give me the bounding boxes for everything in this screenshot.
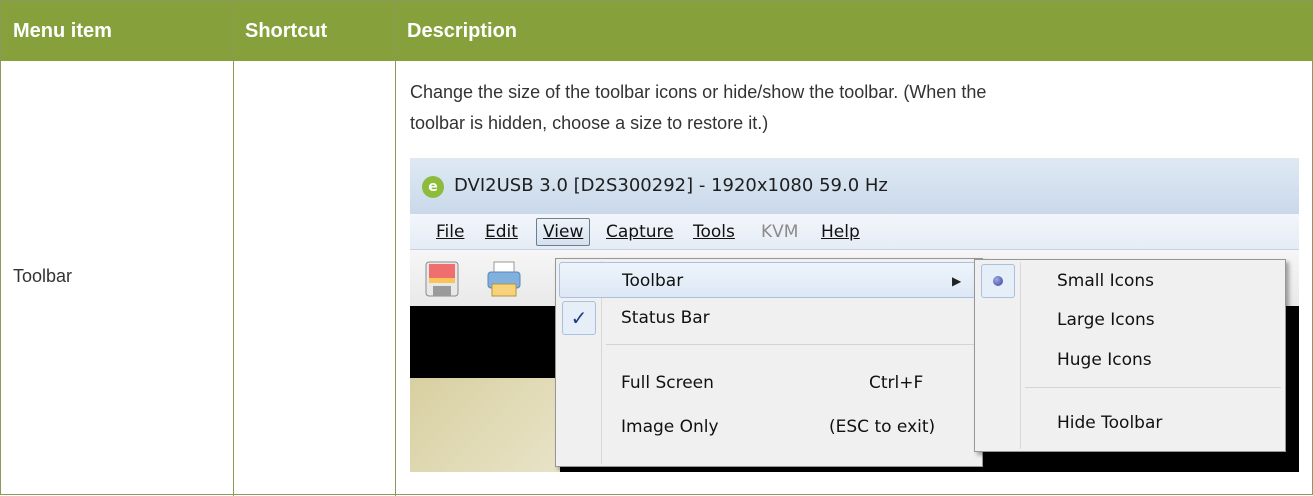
view-dropdown-menu: Toolbar ▶ ✓ Status Bar Full Screen Ctrl+…: [555, 258, 983, 467]
app-logo-icon: e: [422, 176, 444, 198]
app-screenshot: e DVI2USB 3.0 [D2S300292] - 1920x1080 59…: [410, 158, 1299, 472]
menu-separator: [1025, 387, 1281, 388]
header-shortcut: Shortcut: [233, 1, 395, 61]
submenu-arrow-icon: ▶: [952, 274, 962, 288]
column-divider: [233, 1, 234, 496]
submenu-huge-icons[interactable]: Huge Icons: [978, 342, 1282, 378]
view-menu-image-only[interactable]: Image Only (ESC to exit): [559, 409, 979, 445]
view-menu-toolbar[interactable]: Toolbar ▶: [559, 262, 979, 298]
menu-tools[interactable]: Tools: [693, 222, 735, 242]
description-table: Menu item Shortcut Description Toolbar C…: [0, 0, 1313, 496]
window-titlebar: e DVI2USB 3.0 [D2S300292] - 1920x1080 59…: [410, 158, 1299, 214]
header-menu-item: Menu item: [1, 1, 233, 61]
submenu-large-icons[interactable]: Large Icons: [978, 302, 1282, 338]
submenu-hide-toolbar[interactable]: Hide Toolbar: [978, 405, 1282, 441]
video-image: [410, 378, 560, 472]
menu-view[interactable]: View: [536, 218, 591, 246]
radio-selected-icon: [981, 264, 1015, 298]
save-icon[interactable]: [424, 260, 460, 298]
checkmark-icon: ✓: [562, 301, 596, 335]
menubar: File Edit View Capture Tools KVM Help: [410, 214, 1299, 250]
cell-description-line-2: toolbar is hidden, choose a size to rest…: [410, 113, 769, 133]
header-description: Description: [395, 1, 1313, 61]
cell-menu-item: Toolbar: [13, 266, 73, 286]
view-menu-status-bar[interactable]: ✓ Status Bar: [559, 300, 979, 336]
print-icon[interactable]: [486, 260, 522, 298]
menu-file[interactable]: File: [436, 222, 464, 242]
cell-description-line-1: Change the size of the toolbar icons or …: [410, 82, 987, 102]
toolbar-submenu: Small Icons Large Icons Huge Icons Hide …: [974, 259, 1286, 452]
menu-separator: [606, 344, 978, 345]
view-menu-full-screen[interactable]: Full Screen Ctrl+F: [559, 365, 979, 401]
window-title: DVI2USB 3.0 [D2S300292] - 1920x1080 59.0…: [454, 175, 888, 196]
menu-kvm: KVM: [761, 222, 799, 242]
menu-capture[interactable]: Capture: [606, 222, 674, 242]
menu-edit[interactable]: Edit: [485, 222, 518, 242]
submenu-small-icons[interactable]: Small Icons: [978, 263, 1282, 299]
column-divider: [395, 1, 396, 496]
menu-help[interactable]: Help: [821, 222, 860, 242]
